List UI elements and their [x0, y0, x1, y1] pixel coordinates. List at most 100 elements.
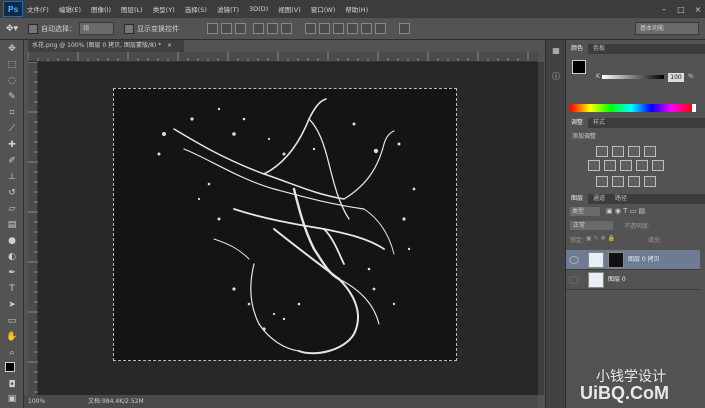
tab-paths[interactable]: 路径 [610, 194, 632, 204]
invert-icon[interactable] [596, 176, 608, 187]
history-panel-icon[interactable]: ▦ [551, 46, 561, 55]
vertical-scrollbar[interactable] [538, 62, 544, 395]
zoom-tool-icon[interactable]: ⌕ [6, 348, 18, 358]
healing-tool-icon[interactable]: ✚ [6, 140, 18, 150]
layer-mask-thumbnail[interactable] [608, 252, 624, 268]
move-tool-icon[interactable]: ✥ [6, 44, 18, 54]
tab-swatches[interactable]: 色板 [588, 44, 610, 54]
exposure-icon[interactable] [644, 146, 656, 157]
layer-filter-icons[interactable]: ▣ ◉ T ▭ ▤ [606, 207, 645, 215]
align-vcenter-icon[interactable] [221, 23, 233, 34]
auto-select-dropdown[interactable]: 组 [79, 22, 115, 35]
align-bottom-icon[interactable] [235, 23, 247, 34]
pen-tool-icon[interactable]: ✒ [6, 268, 18, 278]
color-slider[interactable] [602, 75, 664, 79]
layer-name[interactable]: 图层 0 [608, 270, 626, 289]
distribute-hcenter-icon[interactable] [361, 23, 373, 34]
menu-window[interactable]: 窗口(W) [311, 4, 336, 14]
black-white-icon[interactable] [636, 160, 648, 171]
workspace-dropdown[interactable]: 基本功能 [635, 22, 699, 35]
color-value-input[interactable]: 100 [668, 73, 684, 82]
menu-help[interactable]: 帮助(H) [345, 4, 368, 14]
color-spectrum-ramp[interactable] [570, 104, 692, 112]
menu-bar: Ps 文件(F) 编辑(E) 图像(I) 图层(L) 类型(Y) 选择(S) 滤… [0, 0, 705, 18]
document-tab[interactable]: 水花.png @ 100% (图层 0 拷贝, 图层蒙版/8) * × [28, 40, 184, 52]
marquee-tool-icon[interactable]: ⬚ [6, 60, 18, 70]
eyedropper-tool-icon[interactable]: ⟋ [6, 124, 18, 134]
color-balance-icon[interactable] [620, 160, 632, 171]
white-swatch[interactable] [692, 104, 696, 112]
menu-edit[interactable]: 编辑(E) [59, 4, 81, 14]
stamp-tool-icon[interactable]: ⊥ [6, 172, 18, 182]
path-select-tool-icon[interactable]: ➤ [6, 300, 18, 310]
menu-view[interactable]: 视图(V) [278, 4, 301, 14]
gradient-tool-icon[interactable]: ▤ [6, 220, 18, 230]
dodge-tool-icon[interactable]: ◐ [6, 252, 18, 262]
shape-tool-icon[interactable]: ▭ [6, 316, 18, 326]
type-tool-icon[interactable]: T [6, 284, 18, 294]
tab-color[interactable]: 颜色 [566, 44, 589, 54]
quick-select-tool-icon[interactable]: ✎ [6, 92, 18, 102]
posterize-icon[interactable] [612, 176, 624, 187]
lock-icons[interactable]: ▣ ✎ ✥ 🔒 [586, 235, 615, 242]
eye-icon[interactable] [569, 256, 579, 264]
minimize-icon[interactable]: – [657, 3, 671, 15]
photo-filter-icon[interactable] [652, 160, 664, 171]
brush-tool-icon[interactable]: ✐ [6, 156, 18, 166]
history-brush-tool-icon[interactable]: ↺ [6, 188, 18, 198]
blur-tool-icon[interactable]: ● [6, 236, 18, 246]
info-panel-icon[interactable]: ⓘ [551, 72, 561, 81]
layer-row[interactable]: 图层 0 拷贝 [566, 250, 700, 270]
foreground-color-swatch[interactable] [5, 362, 15, 372]
menu-image[interactable]: 图像(I) [91, 4, 111, 14]
distribute-vcenter-icon[interactable] [319, 23, 331, 34]
menu-filter[interactable]: 滤镜(T) [217, 4, 239, 14]
threshold-icon[interactable] [628, 176, 640, 187]
auto-align-icon[interactable] [399, 23, 411, 34]
lasso-tool-icon[interactable]: ◌ [6, 76, 18, 86]
layer-filter-dropdown[interactable]: 类型 [570, 207, 600, 216]
show-transform-checkbox[interactable] [124, 23, 135, 34]
menu-file[interactable]: 文件(F) [27, 4, 49, 14]
tab-channels[interactable]: 通道 [588, 194, 610, 204]
foreground-color-chip[interactable] [572, 60, 586, 74]
menu-layer[interactable]: 图层(L) [121, 4, 143, 14]
tab-adjustments[interactable]: 调整 [566, 118, 589, 128]
tab-styles[interactable]: 样式 [588, 118, 610, 128]
tab-layers[interactable]: 图层 [566, 194, 589, 204]
screen-mode-icon[interactable]: ▣ [6, 394, 18, 404]
layer-name[interactable]: 图层 0 拷贝 [628, 250, 660, 269]
align-top-icon[interactable] [207, 23, 219, 34]
document-tab-close-icon[interactable]: × [167, 42, 172, 49]
quick-mask-icon[interactable]: ◘ [6, 380, 18, 390]
crop-tool-icon[interactable]: ⌗ [6, 108, 18, 118]
zoom-level[interactable]: 100% [28, 395, 45, 408]
menu-select[interactable]: 选择(S) [185, 4, 207, 14]
close-icon[interactable]: × [691, 3, 705, 15]
levels-icon[interactable] [612, 146, 624, 157]
distribute-right-icon[interactable] [375, 23, 387, 34]
eye-icon[interactable] [569, 276, 579, 284]
blend-mode-dropdown[interactable]: 正常 [570, 221, 613, 230]
hand-tool-icon[interactable]: ✋ [6, 332, 18, 342]
maximize-icon[interactable]: □ [674, 3, 688, 15]
distribute-left-icon[interactable] [347, 23, 359, 34]
auto-select-checkbox[interactable] [28, 23, 39, 34]
layer-row[interactable]: 图层 0 [566, 270, 700, 290]
gradient-map-icon[interactable] [644, 176, 656, 187]
brightness-contrast-icon[interactable] [596, 146, 608, 157]
menu-type[interactable]: 类型(Y) [153, 4, 175, 14]
distribute-top-icon[interactable] [305, 23, 317, 34]
status-bar: 100% 文档:984.4K/2.52M [24, 395, 538, 408]
move-tool-preset-icon[interactable]: ✥▾ [6, 24, 18, 34]
menu-3d[interactable]: 3D(D) [249, 5, 268, 13]
align-right-icon[interactable] [281, 23, 293, 34]
curves-icon[interactable] [628, 146, 640, 157]
align-hcenter-icon[interactable] [267, 23, 279, 34]
eraser-tool-icon[interactable]: ▱ [6, 204, 18, 214]
distribute-bottom-icon[interactable] [333, 23, 345, 34]
document-canvas[interactable] [113, 88, 457, 361]
vibrance-icon[interactable] [588, 160, 600, 171]
align-left-icon[interactable] [253, 23, 265, 34]
hue-saturation-icon[interactable] [604, 160, 616, 171]
